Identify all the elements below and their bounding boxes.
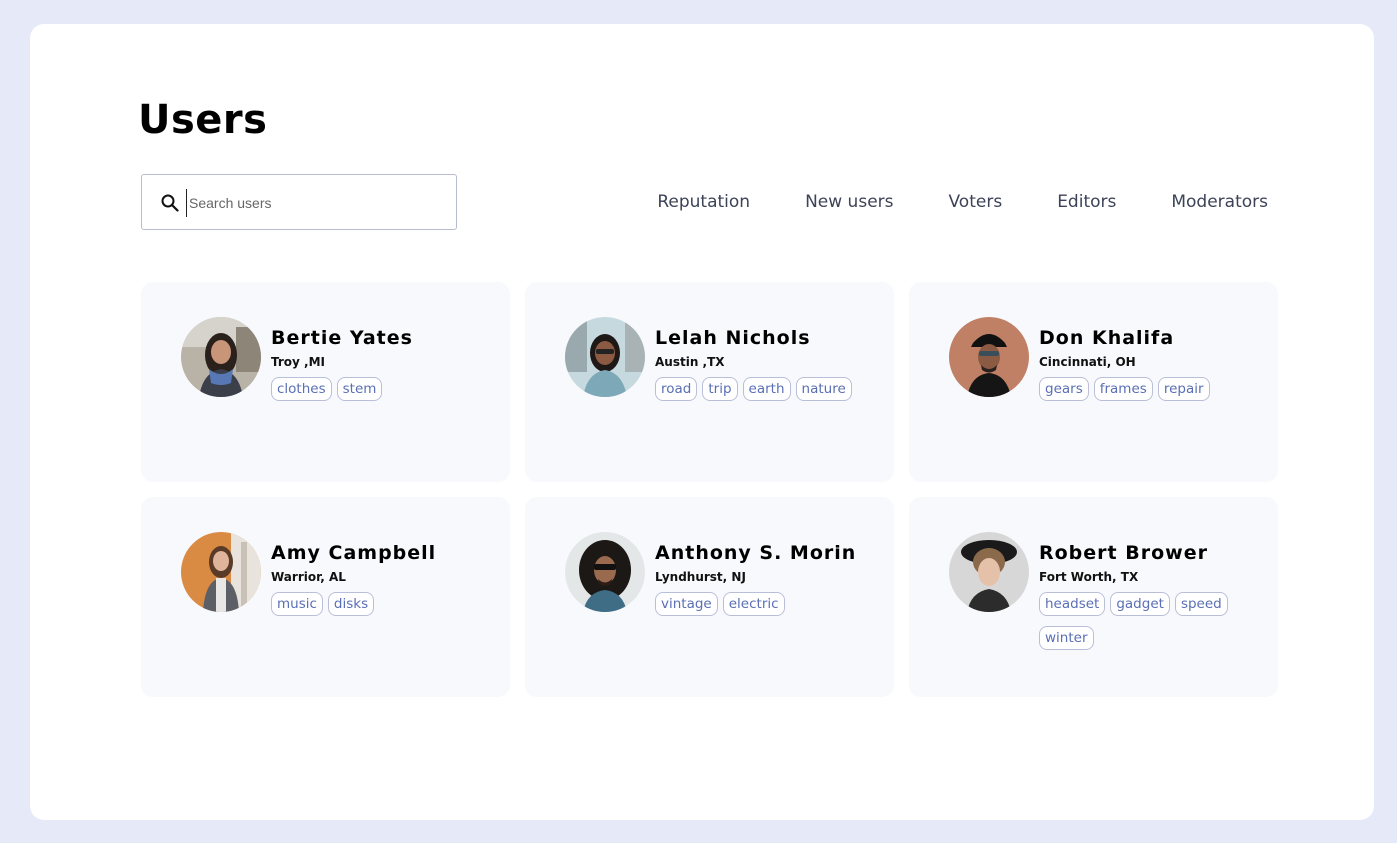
user-card[interactable]: Anthony S. Morin Lyndhurst, NJ vintage e… xyxy=(525,497,894,697)
user-location: Warrior, AL xyxy=(271,570,346,584)
tag[interactable]: gears xyxy=(1039,377,1089,401)
user-grid: Bertie Yates Troy ,MI clothes stem Lelah… xyxy=(141,282,1279,697)
user-filter-tabs: Reputation New users Voters Editors Mode… xyxy=(602,190,1268,214)
tag[interactable]: headset xyxy=(1039,592,1106,616)
user-card[interactable]: Don Khalifa Cincinnati, OH gears frames … xyxy=(909,282,1278,482)
tag[interactable]: road xyxy=(655,377,698,401)
user-location: Cincinnati, OH xyxy=(1039,355,1136,369)
tag[interactable]: trip xyxy=(702,377,738,401)
tag[interactable]: earth xyxy=(742,377,791,401)
user-location: Fort Worth, TX xyxy=(1039,570,1139,584)
tab-new-users[interactable]: New users xyxy=(805,190,893,214)
user-card[interactable]: Bertie Yates Troy ,MI clothes stem xyxy=(141,282,510,482)
search-input[interactable] xyxy=(186,189,439,217)
avatar[interactable] xyxy=(949,532,1029,612)
tag[interactable]: speed xyxy=(1174,592,1228,616)
user-info: Bertie Yates Troy ,MI clothes stem xyxy=(271,326,496,411)
user-name[interactable]: Anthony S. Morin xyxy=(655,541,880,565)
user-card[interactable]: Amy Campbell Warrior, AL music disks xyxy=(141,497,510,697)
tab-editors[interactable]: Editors xyxy=(1057,190,1116,214)
tab-voters[interactable]: Voters xyxy=(949,190,1003,214)
tag[interactable]: disks xyxy=(327,592,375,616)
user-location: Troy ,MI xyxy=(271,355,325,369)
tag-list: vintage electric xyxy=(655,592,880,626)
tag[interactable]: stem xyxy=(336,377,383,401)
tag[interactable]: vintage xyxy=(655,592,718,616)
user-name[interactable]: Don Khalifa xyxy=(1039,326,1264,350)
tag[interactable]: gadget xyxy=(1110,592,1170,616)
user-name[interactable]: Bertie Yates xyxy=(271,326,496,350)
tag[interactable]: winter xyxy=(1039,626,1094,650)
user-name[interactable]: Amy Campbell xyxy=(271,541,496,565)
tag[interactable]: electric xyxy=(722,592,785,616)
avatar[interactable] xyxy=(565,532,645,612)
avatar[interactable] xyxy=(181,317,261,397)
user-card[interactable]: Robert Brower Fort Worth, TX headset gad… xyxy=(909,497,1278,697)
user-card[interactable]: Lelah Nichols Austin ,TX road trip earth… xyxy=(525,282,894,482)
tag-list: clothes stem xyxy=(271,377,496,411)
tag[interactable]: nature xyxy=(795,377,852,401)
search-box[interactable] xyxy=(141,174,457,230)
tag[interactable]: music xyxy=(271,592,323,616)
user-location: Lyndhurst, NJ xyxy=(655,570,746,584)
user-info: Anthony S. Morin Lyndhurst, NJ vintage e… xyxy=(655,541,880,626)
user-location: Austin ,TX xyxy=(655,355,725,369)
tag-list: music disks xyxy=(271,592,496,626)
user-info: Amy Campbell Warrior, AL music disks xyxy=(271,541,496,626)
user-name[interactable]: Lelah Nichols xyxy=(655,326,880,350)
tag-list: headset gadget speed winter xyxy=(1039,592,1264,660)
avatar[interactable] xyxy=(181,532,261,612)
user-info: Don Khalifa Cincinnati, OH gears frames … xyxy=(1039,326,1264,411)
tag[interactable]: clothes xyxy=(271,377,332,401)
user-info: Lelah Nichols Austin ,TX road trip earth… xyxy=(655,326,880,411)
user-info: Robert Brower Fort Worth, TX headset gad… xyxy=(1039,541,1264,660)
tab-moderators[interactable]: Moderators xyxy=(1171,190,1268,214)
tag-list: gears frames repair xyxy=(1039,377,1264,411)
tab-reputation[interactable]: Reputation xyxy=(657,190,750,214)
tag[interactable]: repair xyxy=(1157,377,1210,401)
main-panel: Users Reputation New users Voters Editor… xyxy=(30,24,1374,820)
user-name[interactable]: Robert Brower xyxy=(1039,541,1264,565)
tag[interactable]: frames xyxy=(1093,377,1153,401)
page-title: Users xyxy=(138,97,268,143)
search-icon xyxy=(161,194,179,212)
avatar[interactable] xyxy=(949,317,1029,397)
avatar[interactable] xyxy=(565,317,645,397)
tag-list: road trip earth nature xyxy=(655,377,880,411)
